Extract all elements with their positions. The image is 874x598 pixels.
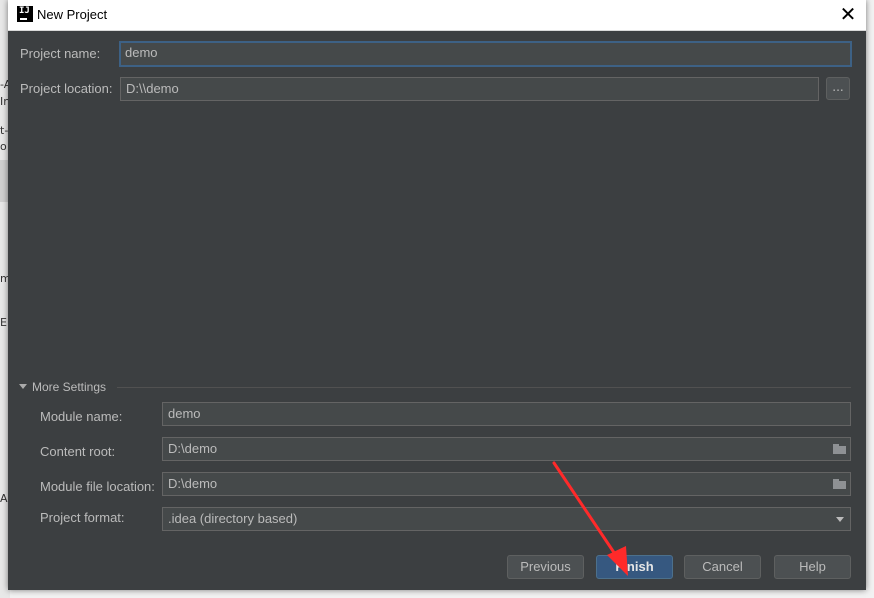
content-root-input[interactable]: D:\demo	[162, 437, 851, 461]
module-file-location-label: Module file location:	[40, 479, 155, 494]
module-name-label: Module name:	[40, 409, 123, 424]
more-settings-label: More Settings	[32, 380, 107, 394]
project-format-select[interactable]: .idea (directory based)	[162, 507, 851, 531]
intellij-idea-icon: IJ	[17, 6, 33, 22]
browse-location-button[interactable]: ...	[826, 77, 850, 100]
chevron-down-icon	[836, 517, 844, 522]
window-title: New Project	[37, 7, 108, 22]
project-name-label: Project name:	[20, 46, 101, 61]
content-root-value: D:\demo	[168, 441, 218, 456]
help-button[interactable]: Help	[774, 555, 851, 579]
project-format-label: Project format:	[40, 510, 125, 525]
project-location-label: Project location:	[20, 81, 113, 96]
expand-triangle-icon	[19, 384, 27, 389]
new-project-dialog: IJ New Project ✕ Project name: demo Proj…	[8, 0, 866, 590]
more-settings-separator	[117, 387, 851, 388]
close-button[interactable]: ✕	[830, 0, 866, 30]
content-root-label: Content root:	[40, 444, 116, 459]
folder-icon[interactable]	[833, 479, 846, 489]
project-format-value: .idea (directory based)	[168, 511, 298, 526]
background-text-fragment: o	[0, 140, 7, 153]
cancel-button[interactable]: Cancel	[684, 555, 761, 579]
module-name-input[interactable]: demo	[162, 402, 851, 426]
title-bar[interactable]: IJ New Project ✕	[8, 0, 866, 31]
folder-icon[interactable]	[833, 444, 846, 454]
background-text-fragment: E	[0, 316, 7, 329]
previous-button[interactable]: Previous	[507, 555, 584, 579]
finish-button[interactable]: Finish	[596, 555, 673, 579]
module-file-location-value: D:\demo	[168, 476, 218, 491]
project-name-input[interactable]: demo	[119, 41, 852, 67]
module-file-location-input[interactable]: D:\demo	[162, 472, 851, 496]
project-location-input[interactable]: D:\\demo	[120, 77, 819, 101]
